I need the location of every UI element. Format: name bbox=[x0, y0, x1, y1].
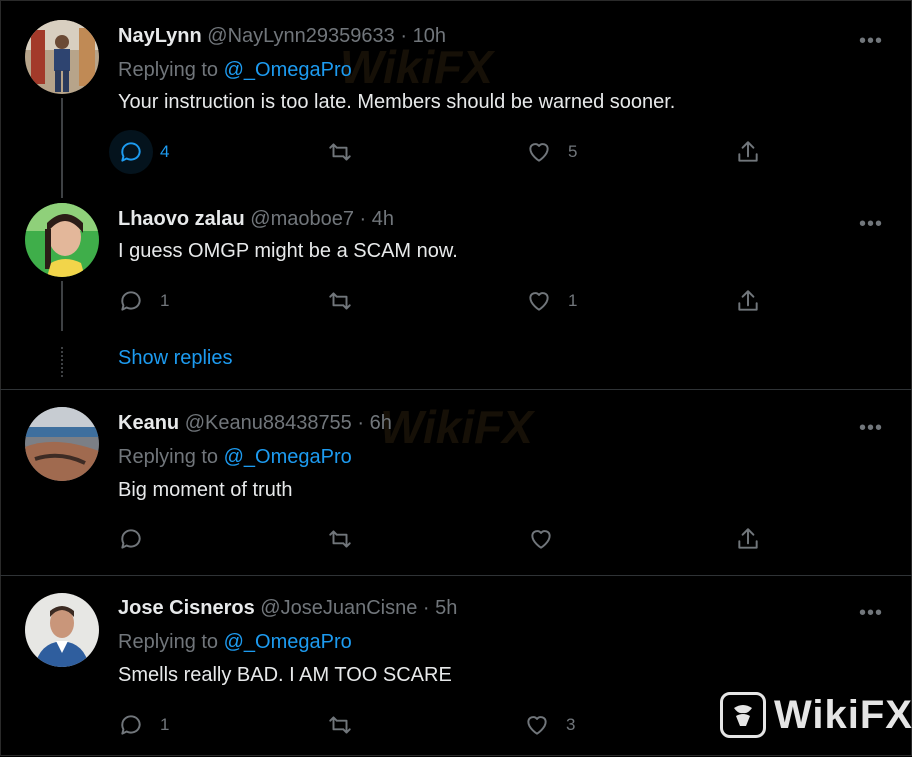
replying-prefix: Replying to bbox=[118, 59, 224, 81]
tweet-text: Big moment of truth bbox=[118, 479, 293, 501]
tweet-header: Keanu @Keanu88438755 · 6h bbox=[118, 412, 392, 435]
separator: · bbox=[357, 412, 365, 434]
timestamp[interactable]: 5h bbox=[435, 597, 457, 619]
reply-icon bbox=[121, 291, 141, 311]
share-icon bbox=[738, 528, 758, 549]
more-options-icon[interactable]: ••• bbox=[859, 31, 883, 51]
reply-button[interactable]: 1 bbox=[118, 712, 169, 738]
heart-icon bbox=[531, 530, 551, 549]
reply-count: 4 bbox=[160, 142, 170, 161]
replying-to: Replying to @_OmegaPro bbox=[118, 59, 352, 82]
watermark-logo: WikiFX bbox=[720, 692, 912, 738]
retweet-button[interactable] bbox=[327, 139, 353, 165]
thread-line bbox=[61, 281, 63, 331]
timestamp[interactable]: 4h bbox=[372, 208, 394, 230]
like-button[interactable]: 5 bbox=[526, 139, 577, 165]
reply-icon bbox=[121, 529, 141, 549]
replying-to: Replying to @_OmegaPro bbox=[118, 446, 352, 469]
more-options-icon[interactable]: ••• bbox=[859, 603, 883, 623]
tweet[interactable]: Keanu @Keanu88438755 · 6h ••• Replying t… bbox=[0, 389, 912, 576]
retweet-icon bbox=[329, 143, 351, 161]
reply-icon bbox=[121, 142, 141, 162]
wikifx-logo-icon bbox=[720, 692, 766, 738]
share-icon bbox=[738, 141, 758, 162]
reply-button[interactable]: 4 bbox=[118, 139, 169, 165]
reply-button[interactable]: 1 bbox=[118, 288, 169, 314]
avatar[interactable] bbox=[25, 20, 99, 94]
author-handle[interactable]: @maoboe7 bbox=[250, 208, 354, 230]
tweet-header: NayLynn @NayLynn29359633 · 10h bbox=[118, 25, 446, 48]
share-button[interactable] bbox=[735, 288, 761, 314]
share-icon bbox=[738, 290, 758, 311]
author-handle[interactable]: @Keanu88438755 bbox=[185, 412, 352, 434]
like-count: 5 bbox=[568, 142, 578, 161]
replying-to-link[interactable]: @_OmegaPro bbox=[224, 631, 352, 653]
timestamp[interactable]: 6h bbox=[370, 412, 392, 434]
tweet-text: Your instruction is too late. Members sh… bbox=[118, 91, 676, 113]
share-button[interactable] bbox=[735, 526, 761, 552]
replying-to: Replying to @_OmegaPro bbox=[118, 631, 352, 654]
show-replies-link[interactable]: Show replies bbox=[118, 347, 233, 370]
share-button[interactable] bbox=[735, 139, 761, 165]
replying-to-link[interactable]: @_OmegaPro bbox=[224, 59, 352, 81]
thread-line bbox=[61, 98, 63, 198]
avatar[interactable] bbox=[25, 593, 99, 667]
tweet-header: Jose Cisneros @JoseJuanCisne · 5h bbox=[118, 597, 457, 620]
more-options-icon[interactable]: ••• bbox=[859, 214, 883, 234]
like-button[interactable]: 3 bbox=[524, 712, 575, 738]
more-options-icon[interactable]: ••• bbox=[859, 418, 883, 438]
replying-prefix: Replying to bbox=[118, 446, 224, 468]
replying-prefix: Replying to bbox=[118, 631, 224, 653]
author-name[interactable]: Lhaovo zalau bbox=[118, 208, 245, 230]
separator: · bbox=[422, 597, 430, 619]
like-button[interactable] bbox=[528, 526, 554, 552]
like-count: 1 bbox=[568, 291, 578, 310]
heart-icon bbox=[527, 716, 547, 735]
avatar[interactable] bbox=[25, 203, 99, 277]
author-handle[interactable]: @NayLynn29359633 bbox=[207, 25, 394, 47]
retweet-button[interactable] bbox=[327, 712, 353, 738]
reply-button[interactable] bbox=[118, 526, 144, 552]
timestamp[interactable]: 10h bbox=[413, 25, 446, 47]
replying-to-link[interactable]: @_OmegaPro bbox=[224, 446, 352, 468]
retweet-button[interactable] bbox=[327, 288, 353, 314]
tweet[interactable]: Lhaovo zalau @maoboe7 · 4h ••• I guess O… bbox=[0, 187, 912, 389]
like-count: 3 bbox=[566, 715, 576, 734]
separator: · bbox=[359, 208, 367, 230]
avatar[interactable] bbox=[25, 407, 99, 481]
thread-dots bbox=[61, 347, 65, 377]
heart-icon bbox=[529, 143, 549, 162]
author-name[interactable]: NayLynn bbox=[118, 25, 202, 47]
retweet-icon bbox=[329, 716, 351, 734]
heart-icon bbox=[529, 292, 549, 311]
watermark-text: WikiFX bbox=[774, 692, 912, 737]
reply-count: 1 bbox=[160, 291, 170, 310]
author-name[interactable]: Keanu bbox=[118, 412, 179, 434]
tweet-header: Lhaovo zalau @maoboe7 · 4h bbox=[118, 208, 394, 231]
retweet-icon bbox=[329, 530, 351, 548]
retweet-icon bbox=[329, 292, 351, 310]
author-handle[interactable]: @JoseJuanCisne bbox=[260, 597, 417, 619]
retweet-button[interactable] bbox=[327, 526, 353, 552]
like-button[interactable]: 1 bbox=[526, 288, 577, 314]
tweet-text: I guess OMGP might be a SCAM now. bbox=[118, 240, 458, 262]
tweet-text: Smells really BAD. I AM TOO SCARE bbox=[118, 664, 452, 686]
reply-count: 1 bbox=[160, 715, 170, 734]
separator: · bbox=[400, 25, 408, 47]
reply-icon bbox=[121, 715, 141, 735]
author-name[interactable]: Jose Cisneros bbox=[118, 597, 255, 619]
tweet[interactable]: NayLynn @NayLynn29359633 · 10h ••• Reply… bbox=[0, 0, 912, 198]
